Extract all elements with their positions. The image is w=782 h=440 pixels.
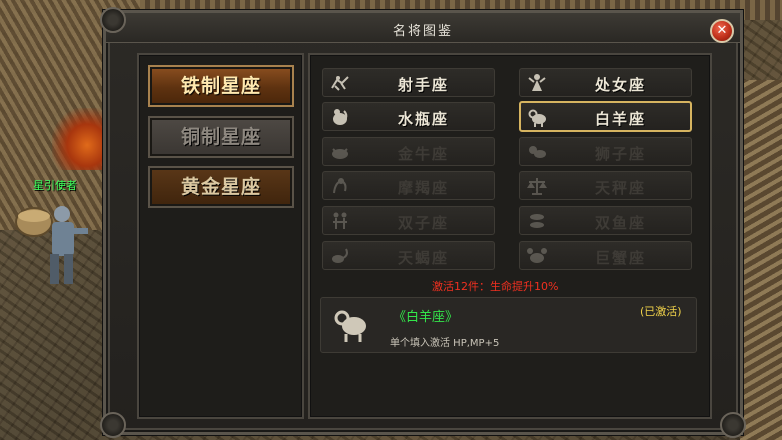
- sign-slot-virgo[interactable]: 处女座: [519, 68, 692, 97]
- sign-slot-taurus[interactable]: 金牛座: [322, 137, 495, 166]
- close-button[interactable]: ✕: [710, 19, 734, 43]
- goat-icon: [329, 175, 351, 197]
- npc-character[interactable]: [12, 192, 92, 292]
- sign-slot-cancer[interactable]: 巨蟹座: [519, 241, 692, 270]
- ram-icon: [332, 304, 372, 344]
- scales-icon: [526, 175, 548, 197]
- sign-label: 摩羯座: [397, 179, 449, 197]
- sign-label: 处女座: [594, 76, 646, 94]
- tab-gold-constellation[interactable]: 黄金星座: [148, 166, 294, 208]
- sign-label: 双鱼座: [594, 214, 646, 232]
- sign-label: 天蝎座: [397, 249, 449, 267]
- fish-icon: [526, 210, 548, 232]
- sign-slot-aries[interactable]: 白羊座: [519, 101, 692, 132]
- crab-icon: [526, 245, 548, 267]
- close-icon: ✕: [716, 23, 728, 38]
- sign-label: 水瓶座: [397, 110, 449, 128]
- thatched-roof-right: [740, 80, 782, 440]
- ram-icon: [527, 106, 549, 128]
- tab-bronze-constellation[interactable]: 铜制星座: [148, 116, 294, 158]
- npc-name-label: 星引使者: [33, 179, 77, 192]
- set-bonus-text: 激活12件：生命提升10%: [432, 280, 559, 293]
- sign-label: 金牛座: [397, 145, 449, 163]
- archer-icon: [329, 72, 351, 94]
- water-bearer-icon: [329, 106, 351, 128]
- sign-label: 射手座: [397, 76, 449, 94]
- lion-icon: [526, 141, 548, 163]
- sign-slot-aquarius[interactable]: 水瓶座: [322, 102, 495, 131]
- sign-slot-leo[interactable]: 狮子座: [519, 137, 692, 166]
- corner-ornament-top-left: [100, 7, 126, 33]
- detail-sign-name: 《白羊座》: [393, 310, 459, 325]
- corner-ornament-bottom-right: [720, 412, 746, 438]
- sign-label: 天秤座: [594, 179, 646, 197]
- sign-slot-gemini[interactable]: 双子座: [322, 206, 495, 235]
- corner-ornament-bottom-left: [100, 412, 126, 438]
- twins-icon: [329, 210, 351, 232]
- maiden-icon: [526, 72, 548, 94]
- category-panel: [137, 53, 304, 419]
- sign-label: 狮子座: [594, 145, 646, 163]
- sign-label: 巨蟹座: [594, 249, 646, 267]
- sign-slot-scorpio[interactable]: 天蝎座: [322, 241, 495, 270]
- sign-label: 双子座: [397, 214, 449, 232]
- detail-activation-status: (已激活): [640, 305, 682, 318]
- sign-slot-libra[interactable]: 天秤座: [519, 171, 692, 200]
- sign-slot-capricorn[interactable]: 摩羯座: [322, 171, 495, 200]
- sign-slot-sagittarius[interactable]: 射手座: [322, 68, 495, 97]
- detail-description: 单个填入激活 HP,MP+5: [390, 338, 500, 349]
- scorpion-icon: [329, 245, 351, 267]
- tab-iron-constellation[interactable]: 铁制星座: [148, 65, 294, 107]
- sign-slot-pisces[interactable]: 双鱼座: [519, 206, 692, 235]
- bull-icon: [329, 141, 351, 163]
- sign-label: 白羊座: [594, 110, 646, 128]
- window-title: 名将图鉴: [392, 24, 453, 39]
- window-title-bar[interactable]: 名将图鉴: [106, 13, 740, 43]
